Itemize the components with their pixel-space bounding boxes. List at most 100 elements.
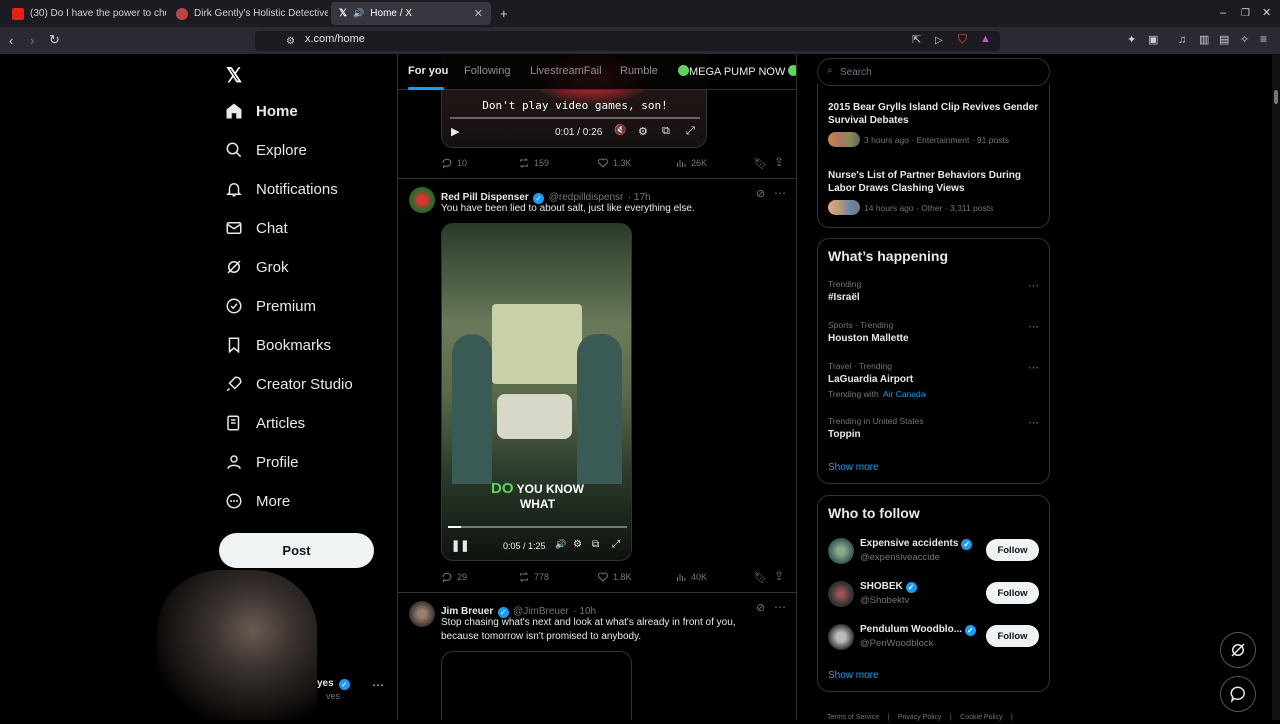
trend-more-icon[interactable]: ⋯ (1028, 416, 1039, 429)
grok-icon[interactable]: ⊘ (756, 601, 765, 614)
site-info-icon[interactable]: ⚙ (286, 35, 295, 48)
browser-tab-home-x[interactable]: 𝕏 🔊 Home / X ✕ (331, 2, 491, 25)
nav-creator-studio[interactable]: Creator Studio (225, 373, 353, 395)
avatar[interactable] (409, 601, 435, 627)
like-button[interactable]: 1.8K (597, 571, 632, 583)
tweet-video[interactable]: DO YOU KNOW WHAT ❚❚ 0:05 / 1:25 🔊 ⚙ ⧉ ⤢ (441, 223, 632, 561)
grok-floating-button[interactable] (1220, 632, 1256, 668)
share-icon[interactable]: ⇪ (774, 155, 784, 169)
fullscreen-icon[interactable]: ⤢ (612, 539, 620, 550)
video-progress-track[interactable] (450, 117, 700, 119)
music-icon[interactable]: ♫ (1178, 34, 1186, 47)
avatar[interactable] (828, 581, 854, 607)
pip-icon[interactable]: ⧉ (592, 539, 599, 550)
menu-icon[interactable]: ≡ (1260, 33, 1267, 46)
account-more-icon[interactable]: ⋯ (372, 678, 384, 692)
follow-button[interactable]: Follow (986, 582, 1039, 604)
trend-related-link[interactable]: Air Canada (883, 389, 926, 399)
account-name-row[interactable]: Expensive accidents ✓ (860, 538, 973, 550)
browser-tab-youtube[interactable]: (30) Do I have the power to cho (4, 2, 166, 25)
bookmark-icon[interactable]: 🔖︎ (754, 571, 768, 584)
page-scrollbar[interactable] (1272, 54, 1280, 720)
follow-button[interactable]: Follow (986, 625, 1039, 647)
news-item[interactable]: Nurse's List of Partner Behaviors During… (828, 169, 1043, 215)
scrollbar-thumb[interactable] (1274, 90, 1278, 104)
like-button[interactable]: 1.3K (597, 157, 632, 169)
nav-home[interactable]: Home (225, 100, 298, 122)
reload-icon[interactable]: ↻ (49, 33, 60, 46)
views-button[interactable]: 26K (675, 157, 707, 169)
repost-button[interactable]: 778 (518, 571, 549, 583)
account-name-row[interactable]: Pendulum Woodblo... ✓ (860, 624, 976, 636)
back-icon[interactable]: ‹ (9, 34, 13, 47)
wallet2-icon[interactable]: ▤ (1219, 34, 1229, 47)
tweet-more-icon[interactable]: ⋯ (774, 600, 786, 614)
maximize-icon[interactable]: ❐ (1241, 7, 1250, 20)
tab-for-you[interactable]: For you (408, 65, 448, 77)
tab-following[interactable]: Following (464, 65, 510, 77)
pause-icon[interactable]: ❚❚ (451, 539, 469, 552)
trend-more-icon[interactable]: ⋯ (1028, 361, 1039, 374)
trend-name[interactable]: LaGuardia Airport (828, 374, 913, 385)
settings-icon[interactable]: ⚙ (638, 125, 648, 138)
leo-ai-icon[interactable]: ✧ (1240, 34, 1249, 47)
avatar[interactable] (409, 187, 435, 213)
reply-button[interactable]: 10 (441, 157, 467, 169)
close-window-icon[interactable]: ✕ (1262, 7, 1271, 20)
bookmark-icon[interactable]: 🔖︎ (754, 157, 768, 170)
nav-premium[interactable]: Premium (225, 295, 316, 317)
nav-explore[interactable]: Explore (225, 139, 307, 161)
account-switcher[interactable]: yes ✓ ves ⋯ (317, 676, 392, 706)
play-icon[interactable]: ▶ (451, 125, 459, 138)
avatar[interactable] (828, 624, 854, 650)
video-progress-track[interactable] (448, 526, 627, 528)
follow-button[interactable]: Follow (986, 539, 1039, 561)
sidebar-icon[interactable]: ▥ (1199, 34, 1209, 47)
nav-chat[interactable]: Chat (225, 217, 288, 239)
nav-profile[interactable]: Profile (225, 451, 299, 473)
fullscreen-icon[interactable]: ⤢ (686, 125, 695, 138)
wallet-icon[interactable]: ▣ (1148, 34, 1158, 47)
brave-shield-icon[interactable]: ⛉ (958, 33, 967, 46)
tab-livestreamfail[interactable]: LivestreamFail (530, 65, 602, 77)
tab-mega-pump-now[interactable]: MEGA PUMP NOW (678, 65, 796, 78)
tweet-video[interactable] (441, 651, 632, 720)
post-button[interactable]: Post (219, 533, 374, 568)
minimize-icon[interactable]: – (1220, 7, 1226, 20)
pip-icon[interactable]: ⧉ (662, 125, 670, 138)
brave-rewards-icon[interactable]: ▲ (980, 33, 991, 46)
mute-icon[interactable]: 🔇 (614, 125, 626, 136)
send-icon[interactable]: ▷ (935, 34, 943, 47)
new-tab-icon[interactable]: + (500, 7, 508, 20)
extensions-icon[interactable]: ✦ (1127, 34, 1136, 47)
forward-icon[interactable]: › (30, 34, 34, 47)
tweet-more-icon[interactable]: ⋯ (774, 186, 786, 200)
x-logo-icon[interactable]: 𝕏 (226, 63, 242, 88)
messages-floating-button[interactable] (1220, 676, 1256, 712)
address-bar[interactable] (255, 31, 1000, 51)
share-icon[interactable]: ⇱ (912, 34, 921, 47)
search-box[interactable]: ⌕ Search (817, 58, 1050, 86)
news-item[interactable]: 2015 Bear Grylls Island Clip Revives Gen… (828, 101, 1043, 147)
browser-tab-dirk-gently[interactable]: Dirk Gently's Holistic Detective A (168, 2, 328, 25)
grok-icon[interactable]: ⊘ (756, 187, 765, 200)
trend-more-icon[interactable]: ⋯ (1028, 279, 1039, 292)
trend-more-icon[interactable]: ⋯ (1028, 320, 1039, 333)
nav-bookmarks[interactable]: Bookmarks (225, 334, 331, 356)
reply-button[interactable]: 29 (441, 571, 467, 583)
account-name-row[interactable]: SHOBEK ✓ (860, 581, 917, 593)
trend-name[interactable]: Toppin (828, 429, 861, 440)
nav-articles[interactable]: Articles (225, 412, 305, 434)
show-more-link[interactable]: Show more (828, 670, 879, 681)
close-tab-icon[interactable]: ✕ (474, 7, 483, 20)
avatar[interactable] (828, 538, 854, 564)
repost-button[interactable]: 159 (518, 157, 549, 169)
share-icon[interactable]: ⇪ (774, 569, 784, 583)
trend-name[interactable]: #Israël (828, 292, 860, 303)
volume-icon[interactable]: 🔊 (555, 539, 566, 550)
nav-notifications[interactable]: Notifications (225, 178, 338, 200)
trend-name[interactable]: Houston Mallette (828, 333, 909, 344)
show-more-link[interactable]: Show more (828, 462, 879, 473)
nav-more[interactable]: More (225, 490, 290, 512)
tab-rumble[interactable]: Rumble (620, 65, 658, 77)
